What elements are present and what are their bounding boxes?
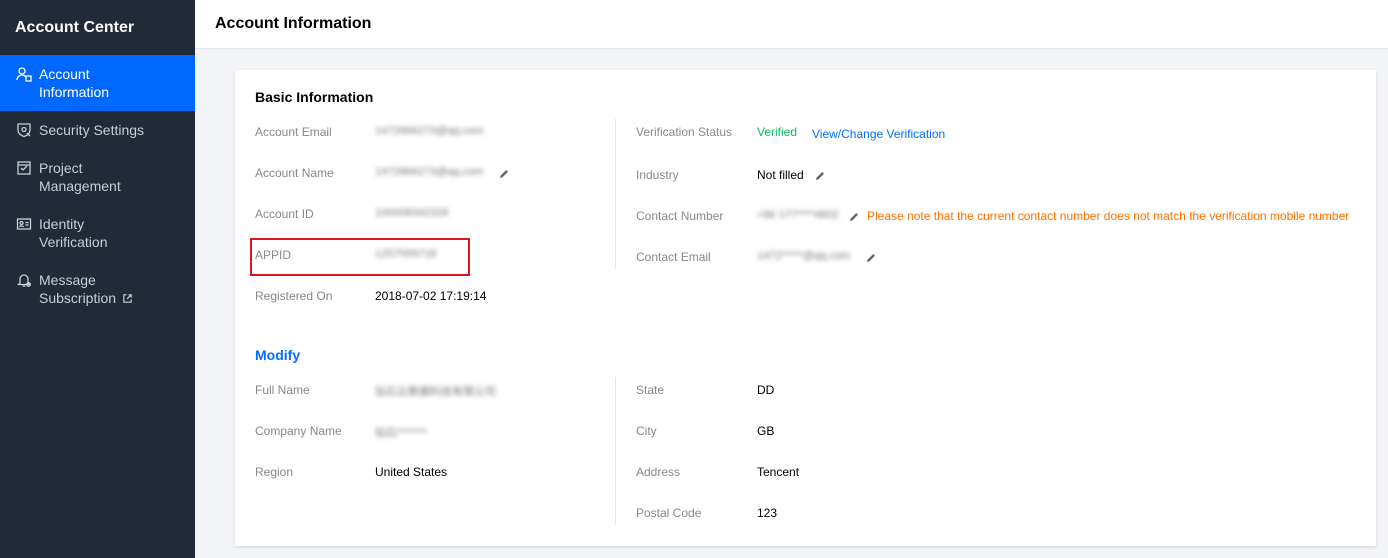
address-value: Tencent bbox=[757, 465, 800, 479]
industry-value: Not filled bbox=[757, 168, 804, 182]
sidebar-item-label: Account bbox=[39, 66, 90, 82]
city-value: GB bbox=[757, 424, 775, 438]
postal-code-value: 123 bbox=[757, 506, 778, 520]
external-link-icon bbox=[123, 294, 132, 303]
account-email-value: 1472866273@qq.com bbox=[375, 125, 484, 137]
edit-contact-number-pencil-icon[interactable] bbox=[848, 211, 860, 223]
sidebar-item-label: Management bbox=[39, 178, 121, 194]
edit-industry-pencil-icon[interactable] bbox=[814, 170, 826, 182]
contact-number-value: +86 177****4802 bbox=[757, 209, 839, 221]
sidebar-item-label: Identity bbox=[39, 216, 85, 232]
column-divider bbox=[615, 119, 616, 269]
edit-account-name-pencil-icon[interactable] bbox=[498, 168, 510, 180]
account-id-value: 100008342328 bbox=[375, 207, 449, 219]
verification-status-label: Verification Status bbox=[636, 125, 733, 139]
sidebar: Account Center Account Information Secur… bbox=[0, 0, 195, 558]
column-divider bbox=[615, 377, 616, 525]
contact-number-label: Contact Number bbox=[636, 209, 724, 223]
modify-title[interactable]: Modify bbox=[255, 347, 300, 363]
address-label: Address bbox=[636, 465, 681, 479]
account-name-label: Account Name bbox=[255, 166, 334, 180]
contact-email-label: Contact Email bbox=[636, 250, 711, 264]
sidebar-item-label: Message bbox=[39, 272, 96, 288]
sidebar-item-label: Information bbox=[39, 84, 110, 100]
region-value: United States bbox=[375, 465, 448, 479]
contact-number-warning: Please note that the current contact num… bbox=[867, 209, 1350, 223]
account-email-label: Account Email bbox=[255, 125, 332, 139]
sidebar-item-identity-verification[interactable]: Identity Verification bbox=[0, 205, 195, 261]
postal-code-label: Postal Code bbox=[636, 506, 702, 520]
company-name-value: 钻石******* bbox=[375, 427, 427, 439]
sidebar-item-security-settings[interactable]: Security Settings bbox=[0, 111, 195, 149]
id-card-icon bbox=[16, 218, 32, 230]
region-label: Region bbox=[255, 465, 294, 479]
user-info-icon bbox=[16, 67, 32, 82]
account-info-card: Basic Information Account Email 14728662… bbox=[235, 70, 1376, 546]
view-change-verification-link[interactable]: View/Change Verification bbox=[812, 127, 945, 141]
page-title: Account Information bbox=[215, 15, 372, 32]
verified-status: Verified bbox=[757, 125, 798, 139]
sidebar-item-label: Project bbox=[39, 160, 83, 176]
sidebar-item-label: Verification bbox=[39, 234, 108, 250]
full-name-value: 钻石云数据科技有限公司 bbox=[375, 386, 496, 398]
industry-label: Industry bbox=[636, 168, 679, 182]
bell-icon bbox=[16, 274, 32, 287]
registered-on-label: Registered On bbox=[255, 289, 333, 303]
appid-highlight-box bbox=[250, 238, 470, 276]
edit-contact-email-pencil-icon[interactable] bbox=[865, 252, 877, 264]
state-value: DD bbox=[757, 383, 775, 397]
sidebar-item-label: Security Settings bbox=[39, 122, 145, 138]
sidebar-title: Account Center bbox=[15, 19, 135, 36]
registered-on-value: 2018-07-02 17:19:14 bbox=[375, 289, 487, 303]
shield-icon bbox=[17, 123, 31, 138]
company-name-label: Company Name bbox=[255, 424, 342, 438]
sidebar-item-account-information[interactable]: Account Information bbox=[0, 55, 195, 111]
project-icon bbox=[17, 161, 31, 175]
page-header: Account Information bbox=[195, 0, 1388, 49]
sidebar-item-label: Subscription bbox=[39, 290, 117, 306]
sidebar-item-message-subscription[interactable]: Message Subscription bbox=[0, 261, 195, 317]
basic-information-title: Basic Information bbox=[255, 89, 374, 105]
state-label: State bbox=[636, 383, 665, 397]
city-label: City bbox=[636, 424, 657, 438]
sidebar-item-project-management[interactable]: Project Management bbox=[0, 149, 195, 205]
account-id-label: Account ID bbox=[255, 207, 314, 221]
contact-email-value: 1472*****@qq.com bbox=[757, 250, 851, 262]
account-name-value: 1472866273@qq.com bbox=[375, 166, 484, 178]
full-name-label: Full Name bbox=[255, 383, 310, 397]
